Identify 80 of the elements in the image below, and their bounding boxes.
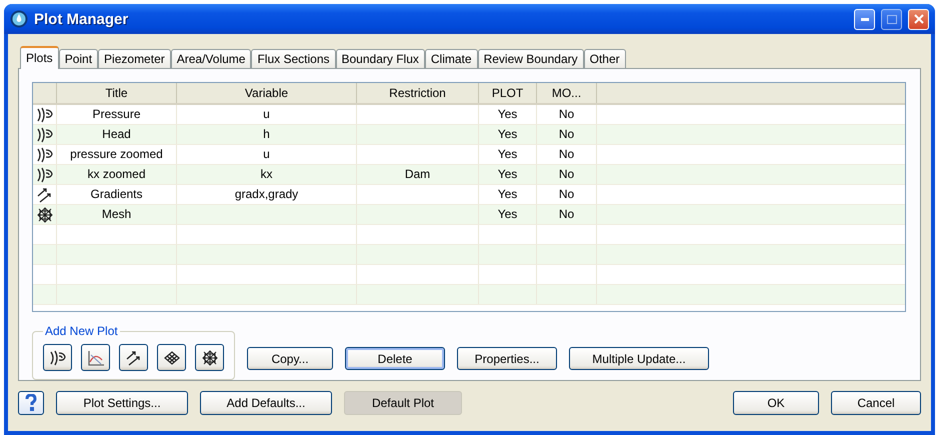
table-cell-text: Yes <box>498 126 518 143</box>
table-cell-text: Yes <box>498 106 518 123</box>
table-row[interactable]: Pressure u Yes No <box>33 105 905 125</box>
action-button[interactable]: Multiple Update... <box>569 347 709 370</box>
table-cell-text: u <box>263 146 270 163</box>
action-button[interactable]: Properties... <box>457 347 557 370</box>
contour-icon <box>48 350 66 366</box>
table-cell-text: gradx,grady <box>234 186 298 203</box>
table-row[interactable]: Head h Yes No <box>33 125 905 145</box>
column-header[interactable]: MO... <box>537 83 597 103</box>
graph-icon <box>86 350 104 366</box>
minimize-button[interactable] <box>854 8 875 30</box>
footer-button[interactable]: Default Plot <box>344 391 462 415</box>
contour-icon <box>36 106 54 122</box>
column-header[interactable]: Restriction <box>357 83 479 103</box>
action-button[interactable]: Copy... <box>247 347 333 370</box>
table-row[interactable]: pressure zoomed u Yes No <box>33 145 905 165</box>
table-cell-text: u <box>263 106 270 123</box>
mesh-icon <box>200 350 218 366</box>
contour-icon <box>36 126 54 142</box>
column-header[interactable]: Title <box>57 83 177 103</box>
table-row[interactable]: Gradients gradx,grady Yes No <box>33 185 905 205</box>
close-button[interactable] <box>908 8 929 30</box>
table-cell-text: Yes <box>498 166 518 183</box>
question-mark-icon <box>24 394 38 412</box>
tab[interactable]: Plots <box>20 46 59 69</box>
tab[interactable]: Climate <box>424 49 478 68</box>
table-cell-text: Yes <box>498 186 518 203</box>
tab[interactable]: Flux Sections <box>251 49 336 68</box>
table-cell-text: Yes <box>498 206 518 223</box>
add-graph-plot-button[interactable] <box>81 344 110 371</box>
tab[interactable]: Area/Volume <box>170 49 252 68</box>
mesh-icon <box>36 206 54 222</box>
add-mesh-plot-button[interactable] <box>195 344 224 371</box>
app-icon <box>10 10 28 28</box>
maximize-button[interactable] <box>881 8 902 30</box>
table-cell-text: pressure zoomed <box>70 146 163 163</box>
action-button[interactable]: Delete <box>345 347 445 370</box>
column-header[interactable]: PLOT <box>479 83 537 103</box>
table-cell-text: h <box>263 126 270 143</box>
contour-icon <box>36 166 54 182</box>
tab[interactable]: Piezometer <box>98 49 171 68</box>
column-header[interactable]: Variable <box>177 83 357 103</box>
contour-icon <box>36 146 54 162</box>
table-cell-text: No <box>558 146 574 163</box>
window-title: Plot Manager <box>34 10 130 28</box>
table-cell-text: kx zoomed <box>87 166 146 183</box>
table-cell-text: No <box>558 126 574 143</box>
footer-button[interactable]: Add Defaults... <box>200 391 332 415</box>
tab[interactable]: Boundary Flux <box>336 49 425 68</box>
table-cell-text: No <box>558 186 574 203</box>
table-cell-text: No <box>558 166 574 183</box>
tab[interactable]: Other <box>584 49 626 68</box>
minimize-icon <box>860 18 868 20</box>
close-icon <box>914 14 924 24</box>
tab[interactable]: Review Boundary <box>478 49 584 68</box>
dialog-button[interactable]: OK <box>733 391 819 415</box>
table-cell-text: Head <box>102 126 131 143</box>
tab[interactable]: Point <box>58 49 98 68</box>
table-row[interactable]: kx zoomed kx Dam Yes No <box>33 165 905 185</box>
table-cell-text: Dam <box>404 166 430 183</box>
grid-icon <box>162 350 180 366</box>
table-cell-text: Mesh <box>102 206 132 223</box>
arrows-icon <box>124 350 142 366</box>
table-cell-text: No <box>558 106 574 123</box>
maximize-icon <box>886 14 896 24</box>
group-label: Add New Plot <box>44 324 119 338</box>
table-cell-text: No <box>558 206 574 223</box>
add-contour-plot-button[interactable] <box>43 344 72 371</box>
arrows-icon <box>36 186 54 202</box>
add-grid-plot-button[interactable] <box>157 344 186 371</box>
add-vector-plot-button[interactable] <box>119 344 148 371</box>
table-cell-text: kx <box>260 166 272 183</box>
table-cell-text: Yes <box>498 146 518 163</box>
table-row[interactable]: Mesh Yes No <box>33 205 905 225</box>
footer-button[interactable]: Plot Settings... <box>56 391 188 415</box>
table-cell-text: Gradients <box>90 186 143 203</box>
help-button[interactable] <box>18 391 44 415</box>
table-cell-text: Pressure <box>92 106 141 123</box>
dialog-button[interactable]: Cancel <box>831 391 921 415</box>
